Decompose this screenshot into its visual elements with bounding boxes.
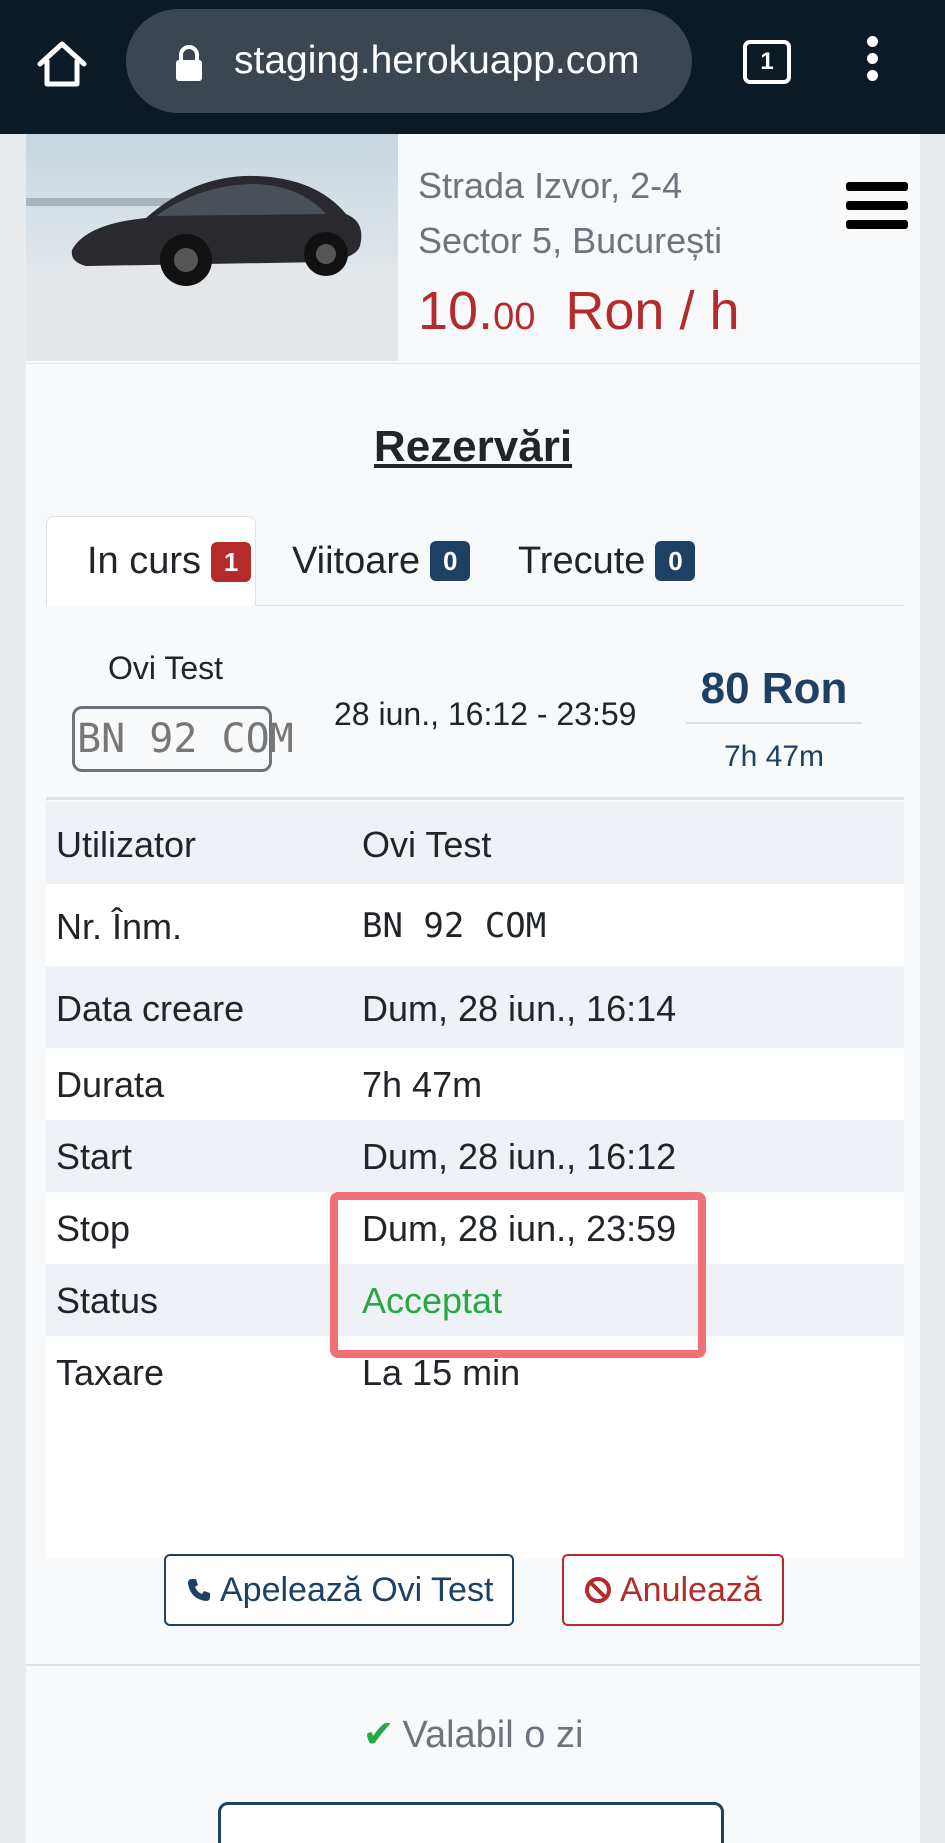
section-divider (26, 1664, 920, 1666)
tab-label: In curs (87, 540, 202, 582)
detail-value: Dum, 28 iun., 16:14 (362, 988, 677, 1029)
tab-switcher-button[interactable]: 1 (743, 40, 791, 84)
validity-note: ✔ Valabil o zi (26, 1712, 920, 1757)
cancel-button-label: Anulează (620, 1570, 762, 1609)
reservations-title: Rezervări (373, 422, 573, 471)
ban-icon (585, 1577, 611, 1603)
cancel-reservation-button[interactable]: Anulează (562, 1554, 784, 1626)
price-integer: 10. (418, 281, 494, 341)
summary-user-name: Ovi Test (108, 650, 223, 686)
modify-button[interactable] (218, 1802, 724, 1843)
parking-address: Strada Izvor, 2-4 Sector 5, București (418, 158, 722, 268)
detail-value: 7h 47m (362, 1064, 483, 1105)
parking-header: Strada Izvor, 2-4 Sector 5, București 10… (26, 134, 920, 364)
summary-time-range: 28 iun., 16:12 - 23:59 (334, 696, 637, 732)
browser-toolbar: staging.herokuapp.com 1 (0, 0, 945, 134)
detail-key: Nr. Înm. (56, 906, 183, 947)
more-options-icon[interactable] (860, 36, 884, 88)
tab-label: Trecute (518, 539, 646, 582)
summary-price: 80 Ron (686, 664, 862, 724)
detail-row-start: Start Dum, 28 iun., 16:12 (46, 1120, 904, 1192)
tab-label: Viitoare (292, 539, 421, 582)
count-badge: 0 (655, 541, 696, 581)
detail-key: Stop (56, 1208, 131, 1249)
detail-row-user: Utilizator Ovi Test (46, 802, 904, 884)
tab-in-curs[interactable]: In curs 1 (46, 516, 256, 606)
reservation-tabs: In curs 1 Viitoare 0 Trecute 0 (46, 516, 904, 606)
license-plate: BN 92 COM (72, 706, 294, 772)
detail-key: Data creare (56, 988, 245, 1029)
detail-key: Start (56, 1136, 133, 1177)
call-button-label: Apelează Ovi Test (220, 1570, 494, 1609)
car-photo (26, 134, 398, 361)
home-icon[interactable] (34, 36, 90, 92)
tab-trecute[interactable]: Trecute 0 (478, 516, 718, 606)
tab-viitoare[interactable]: Viitoare 0 (252, 516, 482, 606)
detail-row-plate: Nr. Înm. BN 92 COM (46, 884, 904, 966)
phone-icon (188, 1579, 210, 1601)
reservation-summary[interactable]: Ovi Test BN 92 COM 28 iun., 16:12 - 23:5… (46, 606, 904, 800)
detail-value: La 15 min (362, 1352, 521, 1393)
detail-value: Dum, 28 iun., 16:12 (362, 1136, 677, 1177)
parking-card: Strada Izvor, 2-4 Sector 5, București 10… (26, 134, 920, 1843)
actions-row (46, 1408, 904, 1558)
hamburger-menu-icon[interactable] (846, 182, 908, 234)
check-icon: ✔ (362, 1714, 395, 1756)
hourly-price: 10.00 Ron / h (418, 280, 739, 342)
price-unit: Ron / h (565, 281, 740, 341)
reservation-details-table: Utilizator Ovi Test Nr. Înm. BN 92 COM D… (46, 802, 904, 1558)
call-user-button[interactable]: Apelează Ovi Test (164, 1554, 514, 1626)
address-bar[interactable]: staging.herokuapp.com (126, 9, 692, 113)
count-badge: 1 (211, 541, 252, 582)
address-line-city: Sector 5, București (418, 220, 723, 261)
detail-key: Taxare (56, 1352, 165, 1393)
count-badge: 0 (430, 541, 471, 581)
detail-row-duration: Durata 7h 47m (46, 1048, 904, 1120)
price-cents: 00 (493, 296, 536, 338)
detail-row-created: Data creare Dum, 28 iun., 16:14 (46, 966, 904, 1048)
detail-value: BN 92 COM (362, 906, 547, 946)
detail-key: Durata (56, 1064, 165, 1105)
address-line-street: Strada Izvor, 2-4 (418, 165, 683, 206)
url-text: staging.herokuapp.com (234, 39, 640, 82)
lock-icon (174, 43, 204, 83)
detail-value: Ovi Test (362, 824, 492, 865)
summary-duration: 7h 47m (723, 740, 825, 773)
detail-key: Utilizator (56, 824, 197, 865)
validity-text: Valabil o zi (402, 1714, 584, 1756)
detail-key: Status (56, 1280, 159, 1321)
highlight-annotation (330, 1192, 706, 1358)
